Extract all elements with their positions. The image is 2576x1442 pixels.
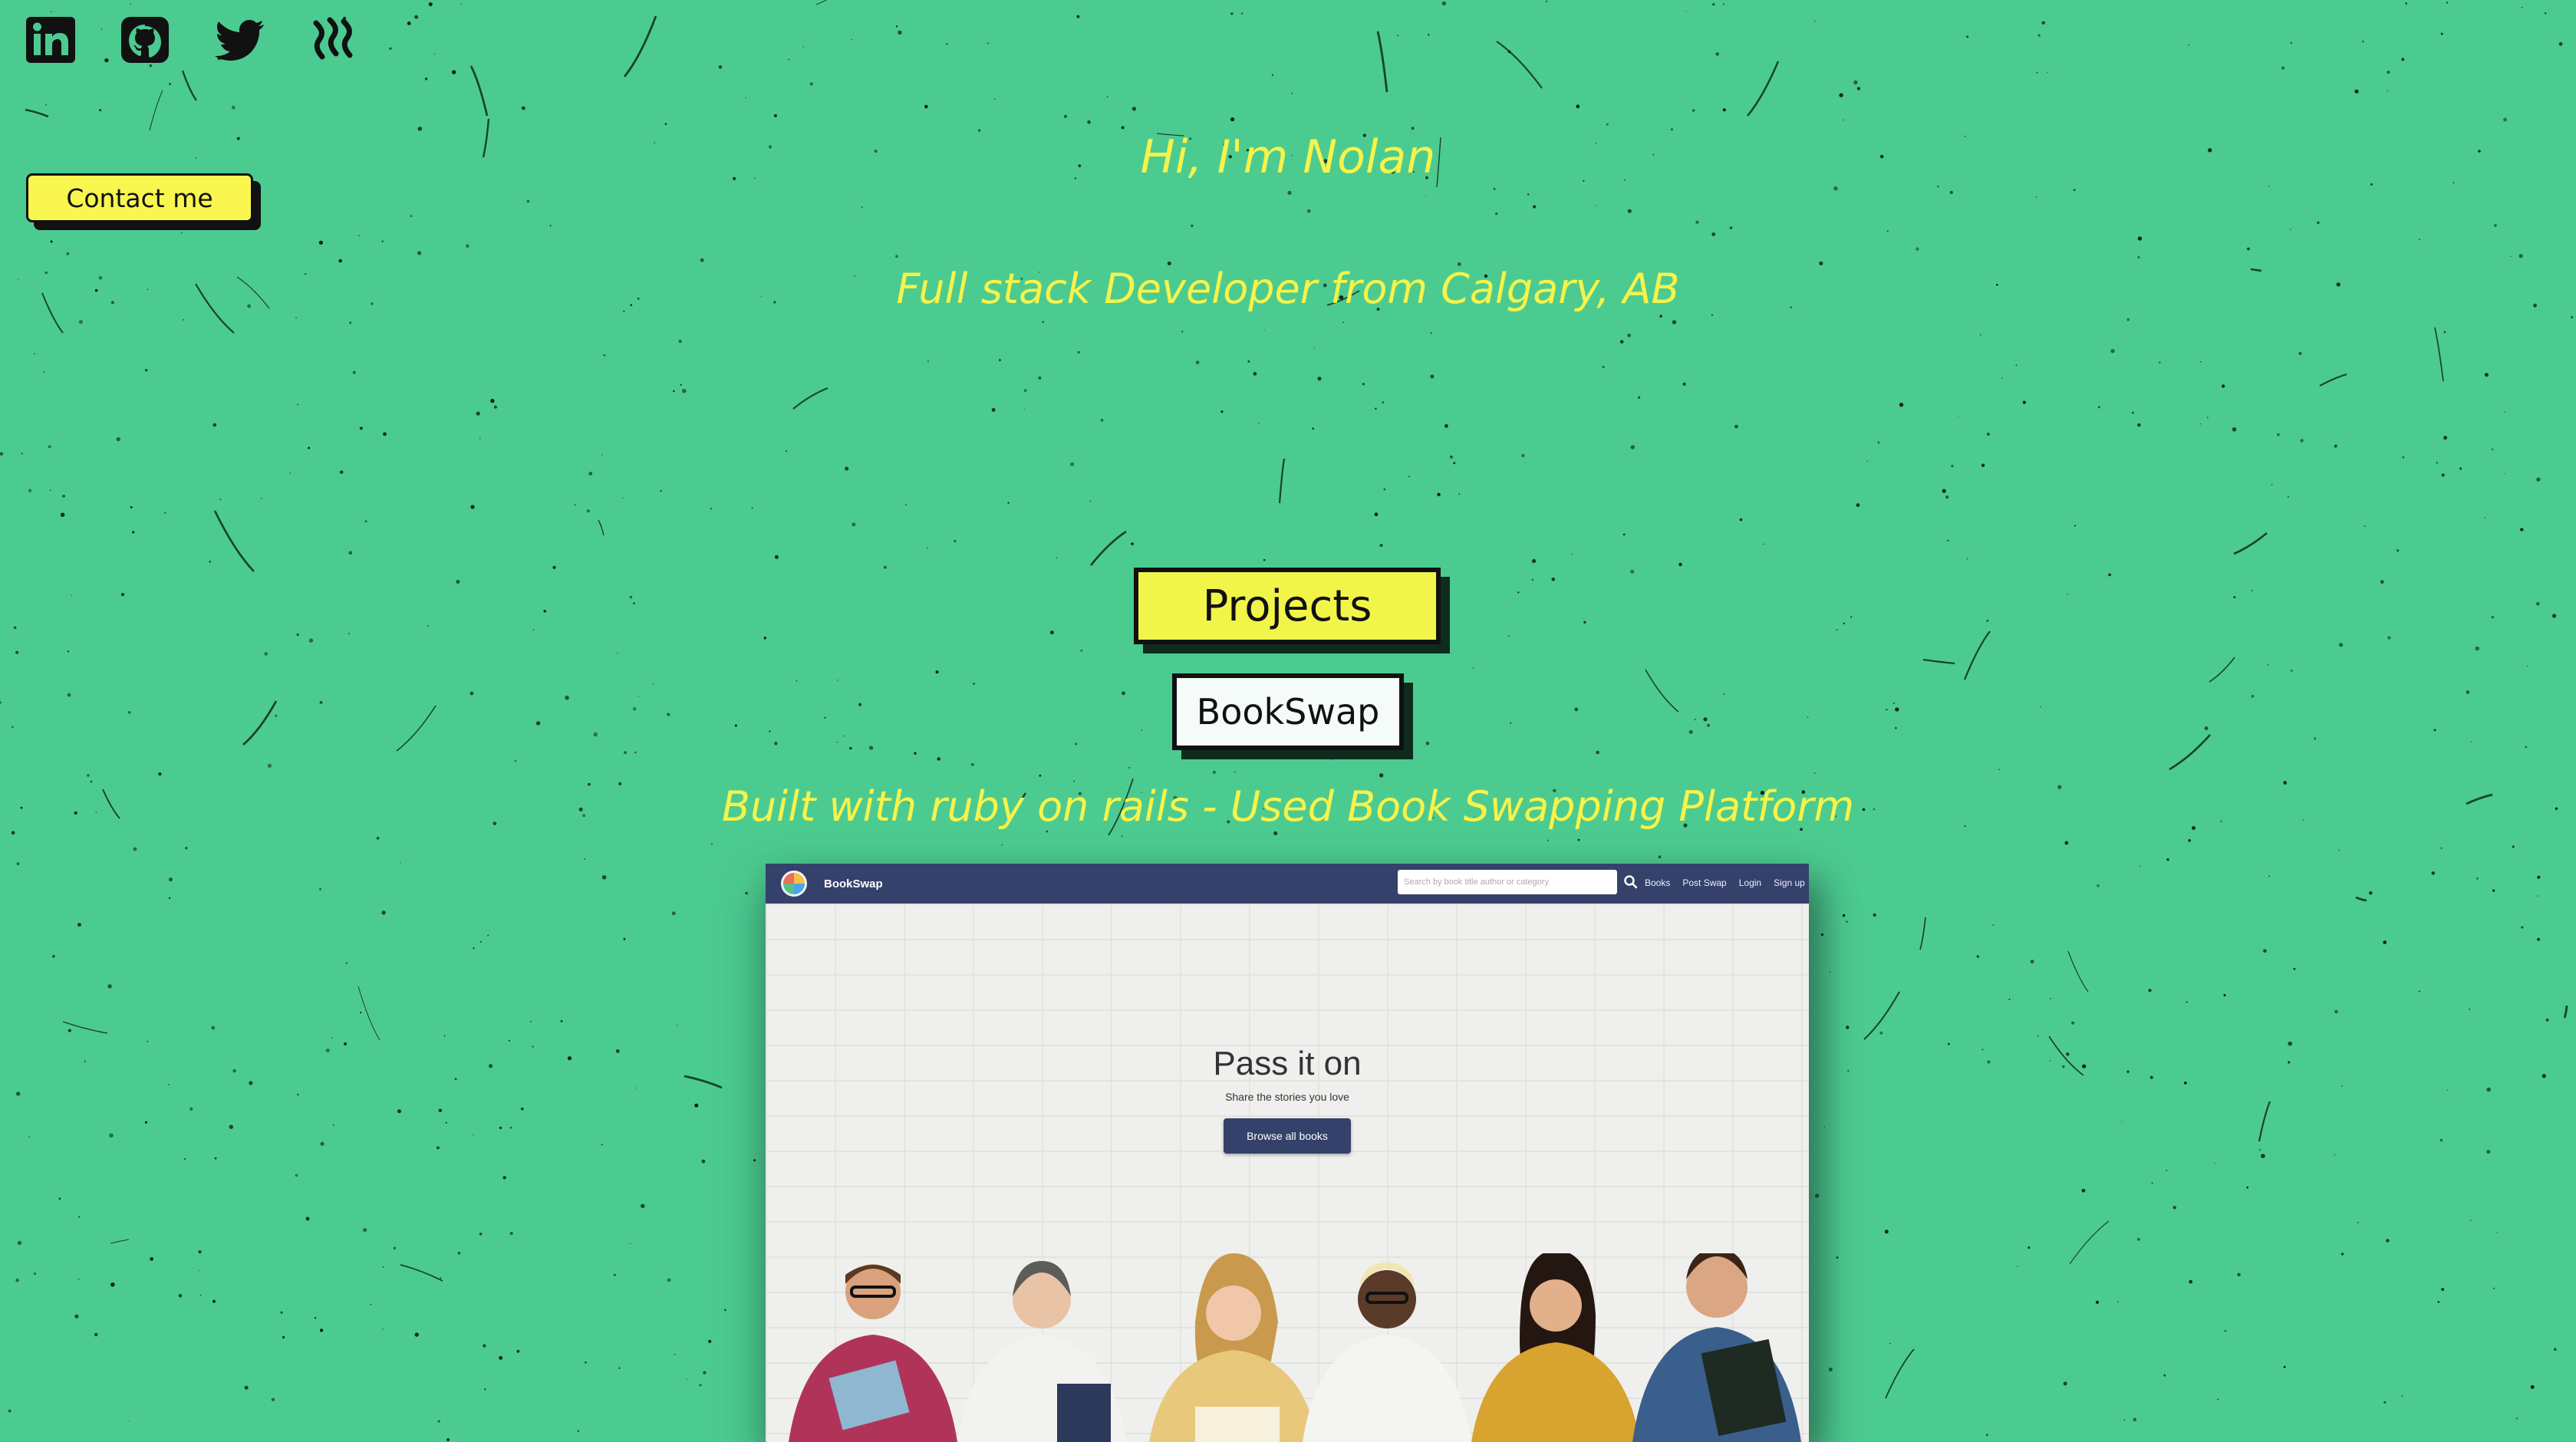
bookswap-logo-icon	[781, 871, 807, 897]
screenshot-search-input[interactable]	[1398, 870, 1617, 894]
screenshot-hero-subtitle: Share the stories you love	[1225, 1091, 1349, 1103]
twitter-icon	[215, 20, 264, 61]
twitter-link[interactable]	[213, 14, 268, 66]
nav-link-sign-up[interactable]: Sign up	[1774, 877, 1805, 888]
screenshot-hero-title: Pass it on	[1213, 1045, 1362, 1082]
github-link[interactable]	[118, 14, 173, 66]
linkedin-link[interactable]	[23, 14, 78, 66]
screenshot-navbar: BookSwap Books Post Swap Login Sign up	[766, 864, 1809, 904]
github-icon	[121, 17, 169, 63]
nav-link-books[interactable]: Books	[1645, 877, 1670, 888]
steemit-link[interactable]	[308, 14, 364, 66]
screenshot-nav-links: Books Post Swap Login Sign up	[1645, 877, 1805, 888]
screenshot-hero: Pass it on Share the stories you love Br…	[766, 904, 1809, 1442]
hero-title: Hi, I'm Nolan	[1140, 130, 1436, 184]
browse-all-books-button[interactable]: Browse all books	[1224, 1118, 1351, 1154]
linkedin-icon	[26, 17, 75, 63]
project-bookswap-button[interactable]: BookSwap	[1172, 673, 1404, 750]
steemit-icon	[313, 17, 353, 60]
people-reading-image	[789, 1253, 1801, 1442]
social-links	[23, 14, 364, 66]
projects-heading: Projects	[1134, 568, 1441, 644]
nav-link-post-swap[interactable]: Post Swap	[1682, 877, 1726, 888]
screenshot-brand: BookSwap	[824, 877, 883, 891]
hero-subtitle: Full stack Developer from Calgary, AB	[896, 265, 1680, 313]
search-icon[interactable]	[1623, 874, 1639, 890]
nav-link-login[interactable]: Login	[1739, 877, 1761, 888]
project-description: Built with ruby on rails - Used Book Swa…	[721, 782, 1855, 831]
project-screenshot[interactable]: BookSwap Books Post Swap Login Sign up P…	[766, 864, 1809, 1442]
